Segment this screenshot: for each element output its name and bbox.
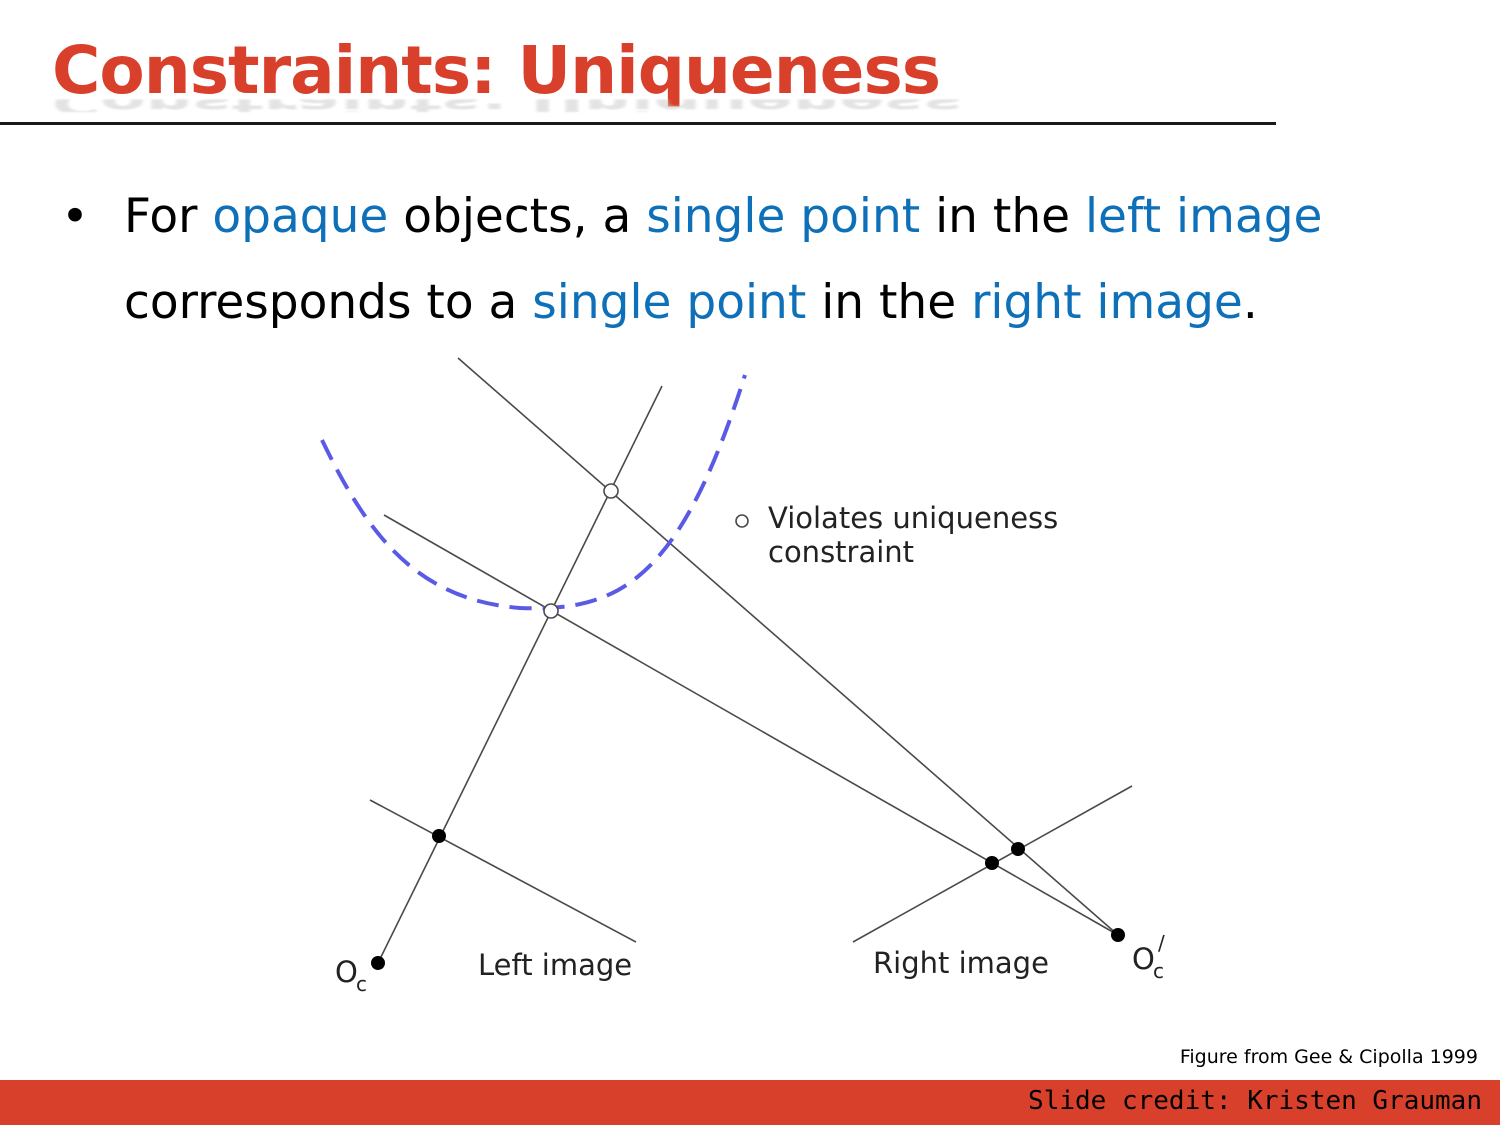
right-center-subscript: c — [1153, 959, 1164, 983]
left-center-subscript: c — [356, 972, 367, 996]
left-image-label: Left image — [478, 948, 632, 982]
surface-curve — [320, 374, 747, 611]
left-image-point — [432, 829, 446, 843]
slide-credit: Slide credit: Kristen Grauman — [1028, 1086, 1482, 1116]
right-center-prime: / — [1158, 931, 1165, 955]
right-image-point-2 — [1011, 842, 1025, 856]
figure-credit: Figure from Gee & Cipolla 1999 — [1179, 1046, 1478, 1068]
violating-point-upper — [603, 483, 619, 499]
violating-point-lower — [543, 603, 559, 619]
right-center-point — [1111, 928, 1125, 942]
legend-line-1: Violates uniqueness — [768, 501, 1058, 535]
right-center-label: O — [1132, 942, 1155, 976]
left-image-plane — [369, 799, 637, 943]
footer-bar: Slide credit: Kristen Grauman — [0, 1080, 1500, 1125]
left-ray-line — [377, 385, 663, 964]
legend-line-2: constraint — [768, 535, 914, 569]
right-image-point-1 — [985, 856, 999, 870]
left-center-label: O — [335, 955, 358, 989]
right-ray-line-shallow — [383, 514, 1119, 936]
left-center-point — [371, 956, 385, 970]
legend-open-circle-icon — [735, 514, 749, 528]
stereo-uniqueness-diagram: Violates uniqueness constraint Left imag… — [320, 357, 1165, 996]
right-image-label: Right image — [873, 946, 1049, 980]
